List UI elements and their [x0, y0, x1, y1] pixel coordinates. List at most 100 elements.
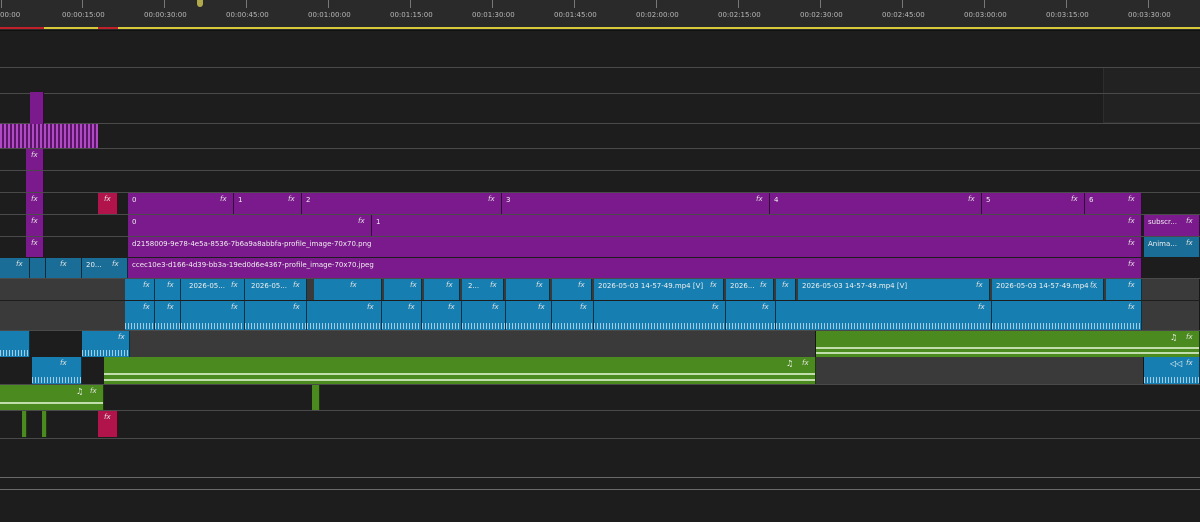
music-clip[interactable]: ♫ fx	[104, 357, 816, 384]
animation-clip[interactable]: Anima... fx	[1144, 237, 1200, 257]
video-clip[interactable]: fx	[155, 279, 181, 300]
title-clip[interactable]: 5 fx	[982, 193, 1085, 214]
audio-clip[interactable]: fx	[155, 301, 181, 330]
video-clip[interactable]: fx	[125, 279, 155, 300]
video-clip[interactable]: fx	[314, 279, 382, 300]
fx-badge[interactable]: fx	[802, 359, 809, 367]
video-clip[interactable]: 2026-05... fx	[245, 279, 307, 300]
title-clip[interactable]: fx	[26, 237, 44, 257]
audio-clip[interactable]: ◁◁ fx	[1144, 357, 1200, 384]
video-clip[interactable]	[30, 258, 46, 278]
fx-badge[interactable]: fx	[1128, 281, 1135, 289]
music-clip[interactable]: ♫ fx	[816, 331, 1200, 357]
audio-clip[interactable]: fx	[245, 301, 307, 330]
title-clip[interactable]: 6 fx	[1085, 193, 1142, 214]
fx-badge[interactable]: fx	[367, 303, 374, 311]
fx-badge[interactable]: fx	[488, 195, 495, 203]
title-clip[interactable]: fx	[26, 193, 44, 214]
playhead-handle[interactable]	[197, 0, 203, 7]
adjustment-clip[interactable]: fx	[98, 411, 118, 437]
fx-badge[interactable]: fx	[580, 303, 587, 311]
fx-badge[interactable]: fx	[1186, 333, 1193, 341]
fx-badge[interactable]: fx	[90, 387, 97, 395]
audio-clip[interactable]: fx	[992, 301, 1142, 330]
video-clip[interactable]: fx	[552, 279, 592, 300]
video-clip[interactable]: fx	[1106, 279, 1142, 300]
title-clip[interactable]: 4 fx	[770, 193, 982, 214]
fx-badge[interactable]: fx	[231, 281, 238, 289]
video-clip[interactable]: fx	[424, 279, 460, 300]
title-clip[interactable]: 0 fx	[128, 193, 234, 214]
fx-badge[interactable]: fx	[978, 303, 985, 311]
title-clip-stack[interactable]	[0, 124, 98, 148]
fx-badge[interactable]: fx	[756, 195, 763, 203]
fx-badge[interactable]: fx	[60, 359, 67, 367]
adjustment-clip[interactable]: fx	[98, 193, 118, 214]
title-clip[interactable]: 1 fx	[372, 215, 1142, 236]
video-clip[interactable]: fx	[506, 279, 550, 300]
image-clip[interactable]: ccec10e3-d166-4d39-bb3a-19ed0d6e4367-pro…	[128, 258, 1142, 278]
audio-clip[interactable]: fx	[82, 331, 130, 357]
music-clip[interactable]	[42, 411, 47, 437]
audio-clip[interactable]: fx	[552, 301, 594, 330]
fx-badge[interactable]: fx	[350, 281, 357, 289]
video-clip[interactable]: fx	[776, 279, 796, 300]
fx-badge[interactable]: fx	[760, 281, 767, 289]
title-clip[interactable]: 1 fx	[234, 193, 302, 214]
audio-clip[interactable]: fx	[307, 301, 382, 330]
fx-badge[interactable]: fx	[1186, 359, 1193, 367]
fx-badge[interactable]: fx	[1128, 195, 1135, 203]
title-clip[interactable]	[30, 92, 44, 124]
fx-badge[interactable]: fx	[712, 303, 719, 311]
video-clip[interactable]: 20... fx	[82, 258, 128, 278]
fx-badge[interactable]: fx	[1128, 217, 1135, 225]
fx-badge[interactable]: fx	[31, 239, 38, 247]
audio-clip[interactable]: fx	[726, 301, 776, 330]
fx-badge[interactable]: fx	[448, 303, 455, 311]
fx-badge[interactable]: fx	[16, 260, 23, 268]
audio-clip[interactable]: fx	[506, 301, 552, 330]
fx-badge[interactable]: fx	[1186, 217, 1193, 225]
fx-badge[interactable]: fx	[118, 333, 125, 341]
fx-badge[interactable]: fx	[293, 303, 300, 311]
audio-clip[interactable]	[0, 331, 30, 357]
fx-badge[interactable]: fx	[976, 281, 983, 289]
video-clip[interactable]: 2026-05-03 14-57-49.mp4 [V] fx	[798, 279, 990, 300]
fx-badge[interactable]: fx	[968, 195, 975, 203]
fx-badge[interactable]: fx	[167, 303, 174, 311]
video-clip[interactable]: 2026-05-03 14-57-49.mp4 ... fx	[992, 279, 1104, 300]
video-clip[interactable]: 2... fx	[462, 279, 504, 300]
fx-badge[interactable]: fx	[143, 281, 150, 289]
video-clip[interactable]: 2026-05-03 14-57-49.mp4 [V] fx	[594, 279, 724, 300]
fx-badge[interactable]: fx	[293, 281, 300, 289]
fx-badge[interactable]: fx	[490, 281, 497, 289]
video-clip[interactable]: fx	[46, 258, 82, 278]
audio-clip[interactable]: fx	[776, 301, 992, 330]
fx-badge[interactable]: fx	[1128, 239, 1135, 247]
music-clip[interactable]	[22, 411, 27, 437]
fx-badge[interactable]: fx	[231, 303, 238, 311]
fx-badge[interactable]: fx	[143, 303, 150, 311]
audio-clip[interactable]: fx	[125, 301, 155, 330]
work-area-bar[interactable]	[0, 27, 1200, 29]
fx-badge[interactable]: fx	[410, 281, 417, 289]
fx-badge[interactable]: fx	[1128, 260, 1135, 268]
fx-badge[interactable]: fx	[1090, 281, 1097, 289]
title-clip[interactable]: subscr... fx	[1144, 215, 1200, 236]
audio-clip[interactable]: fx	[181, 301, 245, 330]
audio-clip[interactable]: fx	[382, 301, 422, 330]
fx-badge[interactable]: fx	[1186, 239, 1193, 247]
fx-badge[interactable]: fx	[60, 260, 67, 268]
fx-badge[interactable]: fx	[104, 195, 111, 203]
fx-badge[interactable]: fx	[782, 281, 789, 289]
video-clip[interactable]: fx	[384, 279, 422, 300]
fx-badge[interactable]: fx	[31, 217, 38, 225]
fx-badge[interactable]: fx	[538, 303, 545, 311]
title-clip[interactable]	[26, 171, 44, 192]
title-clip[interactable]: fx	[26, 215, 44, 236]
video-clip[interactable]: 2026... fx	[726, 279, 774, 300]
fx-badge[interactable]: fx	[104, 413, 111, 421]
video-clip[interactable]: 2026-05... fx	[181, 279, 245, 300]
fx-badge[interactable]: fx	[762, 303, 769, 311]
image-clip[interactable]: d2158009-9e78-4e5a-8536-7b6a9a8abbfa-pro…	[128, 237, 1142, 257]
